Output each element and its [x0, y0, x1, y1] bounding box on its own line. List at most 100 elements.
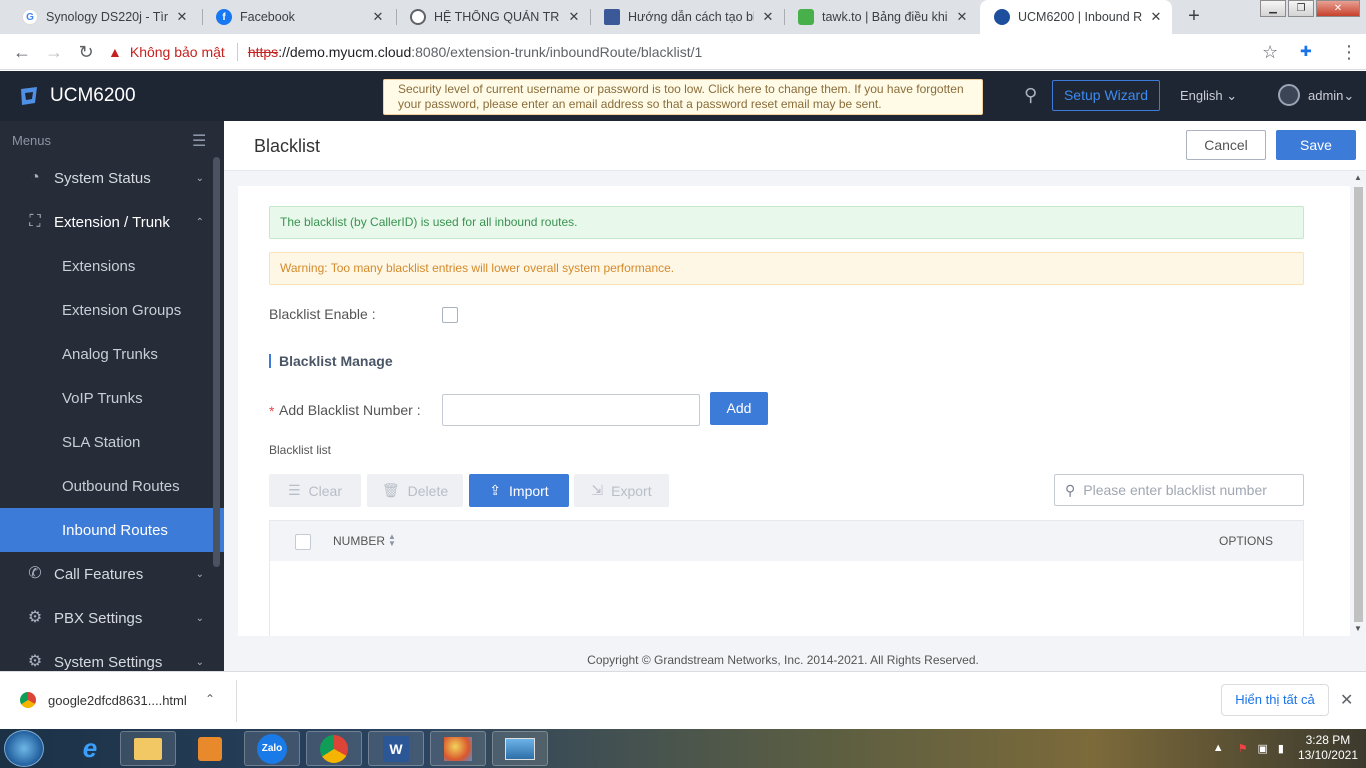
menu-collapse-icon[interactable]: ☰	[192, 131, 206, 151]
content-scrollbar[interactable]: ▲ ▼	[1350, 173, 1366, 633]
clear-button[interactable]: ☰ Clear	[269, 474, 361, 507]
sidebar-item-call-features[interactable]: ✆ Call Features ⌄	[0, 552, 212, 596]
sidebar: Menus ☰ ◔ System Status ⌄ ⛶ Extension / …	[0, 121, 224, 671]
sidebar-title: Menus	[12, 133, 52, 148]
browser-tab[interactable]: HỆ THỐNG QUẢN TRỊ N ✕	[396, 0, 590, 34]
network-tray-icon[interactable]: ▣	[1257, 742, 1267, 755]
download-item[interactable]: google2dfcd8631....html	[20, 692, 187, 708]
new-tab-button[interactable]: +	[1182, 6, 1206, 28]
reload-icon[interactable]: ↻	[70, 36, 102, 68]
browser-menu-icon[interactable]: ⋮	[1340, 42, 1358, 63]
minimize-button[interactable]: ▁	[1260, 0, 1286, 17]
tray-expand-icon[interactable]: ▲	[1213, 742, 1224, 754]
facebook-icon: f	[216, 9, 232, 25]
blacklist-enable-label: Blacklist Enable :	[269, 306, 376, 322]
required-mark: *	[269, 403, 275, 419]
sidebar-item-system-status[interactable]: ◔ System Status ⌄	[0, 156, 212, 200]
blacklist-enable-checkbox[interactable]	[442, 307, 458, 323]
tab-close-icon[interactable]: ✕	[566, 9, 582, 25]
chrome-icon[interactable]	[306, 731, 362, 766]
browser-tab[interactable]: f Facebook ✕	[202, 0, 394, 34]
browser-tab[interactable]: tawk.to | Bảng điều khiể ✕	[784, 0, 978, 34]
language-select[interactable]: English ⌄	[1180, 88, 1237, 104]
tab-title: UCM6200 | Inbound Rou	[1018, 10, 1142, 24]
tab-title: Facebook	[240, 10, 295, 24]
photo-icon[interactable]	[492, 731, 548, 766]
sidebar-item-extension-trunk[interactable]: ⛶ Extension / Trunk ⌃	[0, 200, 212, 244]
tab-close-icon[interactable]: ✕	[760, 9, 776, 25]
browser-tab-active[interactable]: UCM6200 | Inbound Rou ✕	[980, 0, 1172, 34]
save-button[interactable]: Save	[1276, 130, 1356, 160]
url-field[interactable]: ▲ Không bảo mật https ://demo.myucm.clou…	[108, 37, 1288, 67]
sidebar-item-voip-trunks[interactable]: VoIP Trunks	[0, 376, 212, 420]
flag-icon[interactable]: ⚑	[1238, 742, 1248, 755]
show-all-button[interactable]: Hiển thị tất cả	[1221, 684, 1329, 716]
delete-button[interactable]: 🗑 Delete	[367, 474, 463, 507]
maximize-button[interactable]: ❐	[1288, 0, 1314, 17]
window-close-button[interactable]: ✕	[1316, 0, 1360, 17]
download-filename: google2dfcd8631....html	[48, 692, 187, 708]
sidebar-item-label: Call Features	[54, 565, 144, 583]
avatar[interactable]	[1278, 84, 1300, 106]
site-info-button[interactable]: ▲ Không bảo mật	[108, 44, 225, 60]
forward-icon[interactable]: →	[38, 36, 70, 68]
sidebar-scrollbar[interactable]	[213, 157, 220, 567]
url-divider	[236, 43, 238, 61]
sort-icon[interactable]: ▲ ▼	[388, 533, 396, 548]
tab-close-icon[interactable]: ✕	[954, 9, 970, 25]
signal-icon[interactable]: ▮	[1278, 742, 1284, 755]
sidebar-item-pbx-settings[interactable]: ⚙ PBX Settings ⌄	[0, 596, 212, 640]
scroll-down-icon[interactable]: ▼	[1354, 624, 1362, 633]
section-title: Blacklist Manage	[279, 353, 393, 369]
sidebar-item-label: Extension Groups	[62, 301, 182, 319]
ie-icon[interactable]: e	[62, 731, 118, 766]
extension-icon[interactable]: ✚	[1300, 43, 1312, 60]
word-icon[interactable]: W	[368, 731, 424, 766]
setup-wizard-button[interactable]: Setup Wizard	[1052, 80, 1160, 111]
media-icon[interactable]	[182, 731, 238, 766]
column-header-number[interactable]: NUMBER	[333, 534, 385, 548]
tab-close-icon[interactable]: ✕	[174, 9, 190, 25]
blacklist-search-input[interactable]: ⚲ Please enter blacklist number	[1054, 474, 1304, 506]
google-icon: G	[22, 9, 38, 25]
scroll-thumb[interactable]	[1354, 187, 1363, 622]
sidebar-item-label: SLA Station	[62, 433, 141, 451]
sidebar-item-extensions[interactable]: Extensions	[0, 244, 212, 288]
sidebar-item-sla-station[interactable]: SLA Station	[0, 420, 212, 464]
start-button[interactable]	[4, 730, 44, 767]
bookmark-star-icon[interactable]: ☆	[1262, 42, 1278, 63]
add-blacklist-number-input[interactable]	[442, 394, 700, 426]
cancel-button[interactable]: Cancel	[1186, 130, 1266, 160]
sidebar-item-analog-trunks[interactable]: Analog Trunks	[0, 332, 212, 376]
user-menu[interactable]: admin⌄	[1308, 88, 1354, 104]
import-button[interactable]: ⇪ Import	[469, 474, 569, 507]
chevron-up-icon: ⌃	[195, 216, 204, 228]
sidebar-item-label: Analog Trunks	[62, 345, 158, 363]
tab-close-icon[interactable]: ✕	[1148, 9, 1164, 25]
sidebar-item-system-settings[interactable]: ⚙ System Settings ⌄	[0, 640, 212, 671]
close-icon[interactable]: ✕	[1340, 690, 1353, 710]
search-icon[interactable]: ⚲	[1024, 85, 1037, 106]
browser-tab[interactable]: G Synology DS220j - Tìm t ✕	[8, 0, 198, 34]
clear-label: Clear	[308, 482, 343, 499]
paint-icon[interactable]	[430, 731, 486, 766]
sidebar-item-inbound-routes[interactable]: Inbound Routes	[0, 508, 224, 552]
tab-title: Hướng dẫn cách tạo bla	[628, 10, 754, 24]
upload-icon: ⇪	[489, 482, 502, 498]
sidebar-item-extension-groups[interactable]: Extension Groups	[0, 288, 212, 332]
clock[interactable]: 3:28 PM 13/10/2021	[1298, 733, 1358, 763]
scroll-up-icon[interactable]: ▲	[1354, 173, 1362, 182]
back-icon[interactable]: ←	[6, 36, 38, 68]
chevron-up-icon[interactable]: ⌃	[205, 692, 215, 706]
explorer-icon[interactable]	[120, 731, 176, 766]
logo[interactable]: UCM6200	[18, 85, 136, 107]
browser-tab[interactable]: Hướng dẫn cách tạo bla ✕	[590, 0, 784, 34]
divider	[236, 680, 237, 722]
zalo-icon[interactable]: Zalo	[244, 731, 300, 766]
tab-close-icon[interactable]: ✕	[370, 9, 386, 25]
export-button[interactable]: ⇲ Export	[574, 474, 669, 507]
add-button[interactable]: Add	[710, 392, 768, 425]
sidebar-item-outbound-routes[interactable]: Outbound Routes	[0, 464, 212, 508]
select-all-checkbox[interactable]	[295, 534, 311, 550]
security-alert[interactable]: Security level of current username or pa…	[383, 79, 983, 115]
